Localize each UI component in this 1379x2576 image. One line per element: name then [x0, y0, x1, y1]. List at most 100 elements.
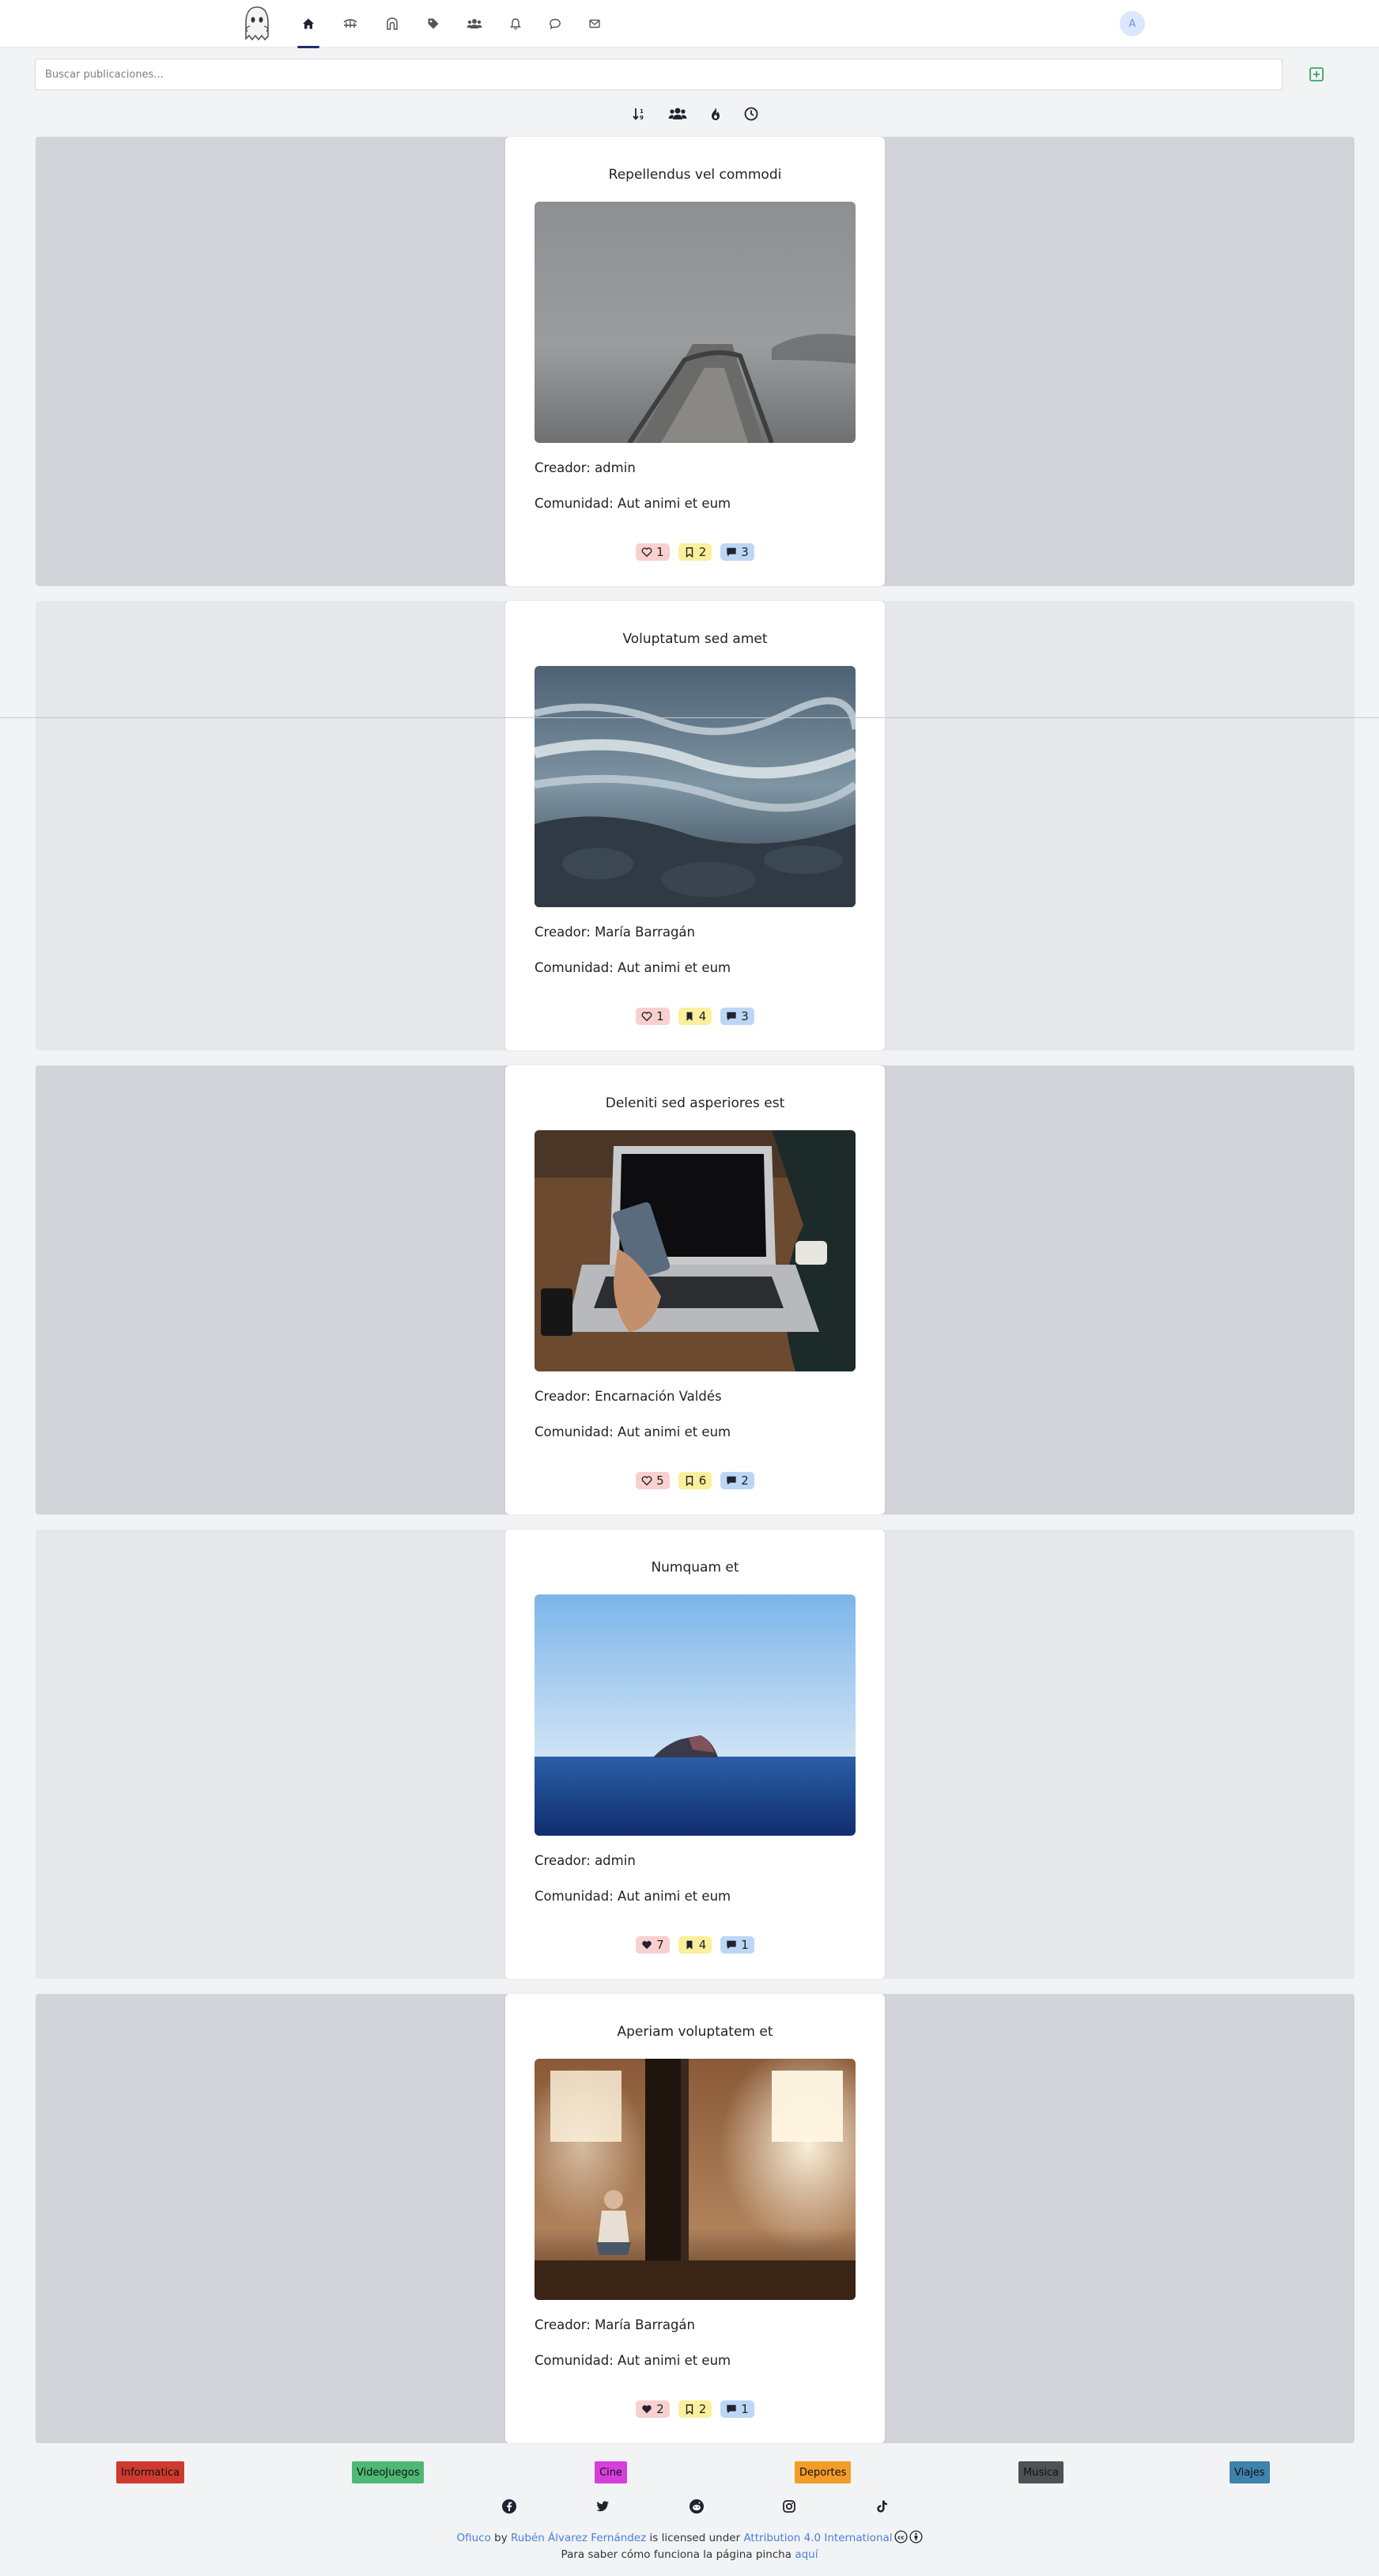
svg-text:1: 1 — [640, 108, 644, 115]
post-card[interactable]: Repellendus vel commodi Creador: admin C… — [505, 137, 885, 586]
post-title[interactable]: Voluptatum sed amet — [505, 631, 885, 647]
post-image[interactable] — [535, 666, 856, 907]
reddit-icon[interactable] — [689, 2498, 705, 2514]
post-image[interactable] — [535, 202, 856, 443]
facebook-icon[interactable] — [501, 2498, 517, 2514]
user-avatar[interactable]: A — [1120, 11, 1145, 36]
save-button[interactable]: 6 — [678, 1472, 712, 1489]
post-community[interactable]: Comunidad: Aut animi et eum — [535, 1889, 731, 1904]
licensed-text: is licensed under — [649, 2532, 741, 2544]
category-viajes[interactable]: Viajes — [1230, 2461, 1270, 2483]
comment-icon — [726, 2404, 737, 2415]
comment-count: 1 — [741, 2402, 749, 2416]
like-count: 2 — [656, 2402, 664, 2416]
comment-button[interactable]: 3 — [720, 543, 754, 561]
bookmark-filled-icon — [684, 1011, 695, 1022]
post-card[interactable]: Numquam et Creador: admin Comunidad: Aut… — [505, 1530, 885, 1979]
archway-icon[interactable] — [383, 14, 402, 33]
like-button[interactable]: 7 — [636, 1936, 670, 1954]
author-link[interactable]: Rubén Álvarez Fernández — [511, 2532, 646, 2544]
category-musica[interactable]: Musica — [1018, 2461, 1064, 2483]
bookmark-filled-icon — [684, 1939, 695, 1950]
comment-icon — [726, 1011, 737, 1022]
comment-button[interactable]: 1 — [720, 1936, 754, 1954]
like-button[interactable]: 5 — [636, 1472, 670, 1489]
ghost-logo[interactable] — [240, 4, 274, 44]
create-post-button[interactable] — [1308, 66, 1325, 83]
post-stats: 7 4 1 — [505, 1936, 885, 1954]
post-community[interactable]: Comunidad: Aut animi et eum — [535, 2353, 731, 2368]
post-community[interactable]: Comunidad: Aut animi et eum — [535, 1424, 731, 1439]
users-icon[interactable] — [465, 14, 484, 33]
bookmark-outline-icon — [684, 2404, 695, 2415]
like-button[interactable]: 2 — [636, 2400, 670, 2418]
license-line: Ofiuco by Rubén Álvarez Fernández is lic… — [0, 2530, 1379, 2544]
save-button[interactable]: 4 — [678, 1936, 712, 1954]
like-button[interactable]: 1 — [636, 543, 670, 561]
help-text: Para saber cómo funciona la página pinch… — [561, 2548, 792, 2561]
comment-button[interactable]: 2 — [720, 1472, 754, 1489]
tiktok-icon[interactable] — [874, 2498, 890, 2514]
comment-button[interactable]: 1 — [720, 2400, 754, 2418]
twitter-icon[interactable] — [595, 2498, 610, 2514]
save-button[interactable]: 2 — [678, 543, 712, 561]
divider-line — [0, 717, 1379, 718]
bell-icon[interactable] — [506, 14, 525, 33]
category-cine[interactable]: Cine — [595, 2461, 627, 2483]
post-title[interactable]: Deleniti sed asperiores est — [505, 1095, 885, 1111]
post-creator: Creador: María Barragán — [535, 925, 696, 940]
save-button[interactable]: 2 — [678, 2400, 712, 2418]
post-title[interactable]: Numquam et — [505, 1560, 885, 1575]
cc-license-icons: cc — [894, 2530, 923, 2544]
post-community[interactable]: Comunidad: Aut animi et eum — [535, 960, 731, 975]
fire-icon[interactable] — [705, 103, 727, 125]
save-count: 4 — [698, 1938, 707, 1952]
post-card[interactable]: Aperiam voluptatem et Creador: María Bar… — [505, 1994, 885, 2443]
site-link[interactable]: Ofiuco — [456, 2532, 490, 2544]
save-count: 6 — [698, 1473, 707, 1488]
people-icon[interactable] — [667, 103, 689, 125]
post-card[interactable]: Voluptatum sed amet Creador: María Barra… — [505, 601, 885, 1050]
chat-icon[interactable] — [546, 14, 565, 33]
heart-outline-icon — [641, 1475, 652, 1486]
bridge-icon[interactable] — [341, 14, 360, 33]
tags-icon[interactable] — [424, 14, 443, 33]
help-link[interactable]: aquí — [795, 2548, 818, 2561]
post-title[interactable]: Aperiam voluptatem et — [505, 2024, 885, 2040]
category-deportes[interactable]: Deportes — [795, 2461, 852, 2483]
comment-count: 3 — [741, 1009, 749, 1023]
post-creator: Creador: María Barragán — [535, 2317, 696, 2332]
post-stats: 1 4 3 — [505, 1008, 885, 1025]
post-community[interactable]: Comunidad: Aut animi et eum — [535, 496, 731, 511]
help-line: Para saber cómo funciona la página pinch… — [0, 2548, 1379, 2561]
like-count: 5 — [656, 1473, 664, 1488]
post-title[interactable]: Repellendus vel commodi — [505, 167, 885, 183]
comment-icon — [726, 1475, 737, 1486]
like-count: 1 — [656, 545, 664, 559]
sort-icon[interactable]: 19 — [629, 103, 651, 125]
post-image[interactable] — [535, 1594, 856, 1836]
post-image[interactable] — [535, 2059, 856, 2300]
clock-icon[interactable] — [740, 103, 762, 125]
instagram-icon[interactable] — [781, 2498, 797, 2514]
heart-filled-icon — [641, 1939, 652, 1950]
post-stats: 5 6 2 — [505, 1472, 885, 1489]
save-button[interactable]: 4 — [678, 1008, 712, 1025]
category-videojuegos[interactable]: VideoJuegos — [352, 2461, 425, 2483]
comment-button[interactable]: 3 — [720, 1008, 754, 1025]
post-image[interactable] — [535, 1130, 856, 1371]
cc-icon: cc — [894, 2530, 908, 2544]
category-informatica[interactable]: Informatica — [116, 2461, 185, 2483]
home-icon[interactable] — [297, 14, 319, 48]
envelope-icon[interactable] — [585, 14, 604, 33]
post-creator: Creador: admin — [535, 460, 636, 475]
comment-count: 3 — [741, 545, 749, 559]
like-count: 1 — [656, 1009, 664, 1023]
like-button[interactable]: 1 — [636, 1008, 670, 1025]
heart-outline-icon — [641, 547, 652, 558]
svg-text:9: 9 — [640, 115, 644, 121]
license-link[interactable]: Attribution 4.0 International — [743, 2532, 892, 2544]
search-input[interactable] — [35, 59, 1283, 90]
top-navbar: A — [0, 0, 1379, 48]
post-card[interactable]: Deleniti sed asperiores est Creador: Enc… — [505, 1065, 885, 1515]
